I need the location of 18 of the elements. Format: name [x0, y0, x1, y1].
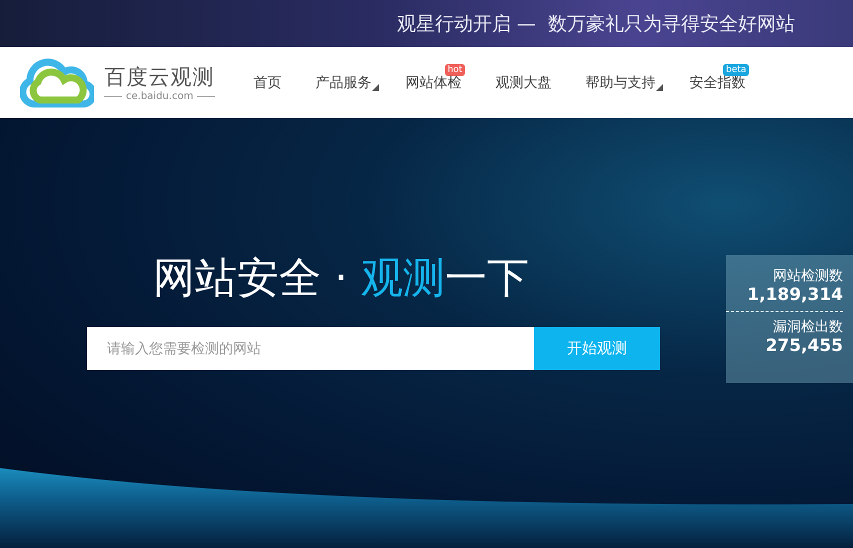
- nav-badge: beta: [723, 64, 750, 76]
- caret-icon: [656, 84, 664, 91]
- caret-icon: [372, 84, 380, 91]
- banner-text: 观星行动开启 — 数万豪礼只为寻得安全好网站: [396, 12, 795, 36]
- nav-link[interactable]: 帮助与支持: [573, 62, 668, 102]
- nav-badge: hot: [444, 64, 466, 76]
- cloud-logo-icon: [20, 58, 94, 108]
- brand-domain: ce.baidu.com: [104, 91, 216, 102]
- stat-label: 网站检测数: [773, 267, 843, 285]
- stat-label: 漏洞检出数: [773, 318, 843, 336]
- stat-value: 1,189,314: [747, 285, 843, 305]
- nav-link[interactable]: 观测大盘: [483, 62, 564, 102]
- brand-name: 百度云观测: [104, 64, 215, 91]
- headline: 网站安全 · 观测一下: [153, 255, 530, 302]
- search-field[interactable]: 请输入您需要检测的网站: [87, 327, 534, 370]
- stat-value: 275,455: [766, 336, 843, 356]
- nav-link[interactable]: 首页: [241, 62, 294, 102]
- nav-link[interactable]: 产品服务: [303, 62, 384, 102]
